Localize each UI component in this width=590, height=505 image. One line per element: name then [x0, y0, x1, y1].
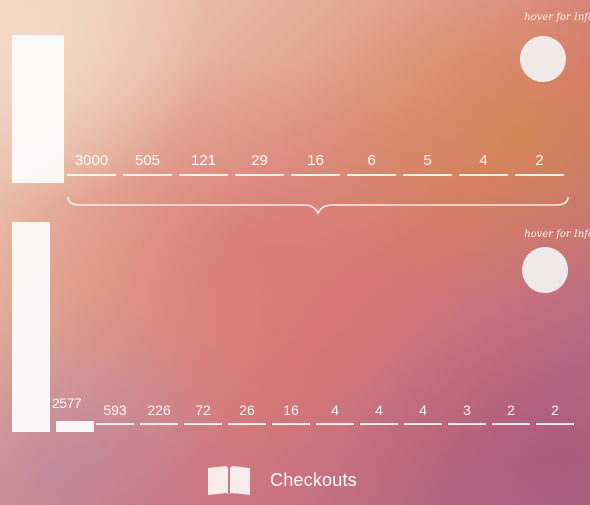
- bottom-histogram-panel: hover for Info 2577 593 226 72 26 16 4 4…: [0, 215, 590, 445]
- top-value-cell[interactable]: 4: [459, 152, 508, 176]
- top-total-bar[interactable]: [12, 35, 64, 183]
- bottom-total-bar[interactable]: [12, 222, 50, 432]
- hover-info-label: hover for Info: [524, 12, 590, 23]
- bottom-value-cell[interactable]: 16: [272, 401, 310, 425]
- bottom-value-cell[interactable]: 2: [536, 401, 574, 425]
- bottom-value-cell[interactable]: 72: [184, 401, 222, 425]
- checkouts-label: Checkouts: [270, 469, 357, 490]
- top-value-cell[interactable]: 3000: [67, 152, 116, 176]
- top-value-cell[interactable]: 6: [347, 152, 396, 176]
- bottom-value-cell[interactable]: 4: [316, 401, 354, 425]
- top-value-cell[interactable]: 29: [235, 152, 284, 176]
- top-histogram-panel: hover for Info 3000 505 121 29 16 6 5 4 …: [0, 0, 590, 215]
- top-value-cell[interactable]: 2: [515, 152, 564, 176]
- bottom-value-cell[interactable]: 26: [228, 401, 266, 425]
- bottom-first-bar[interactable]: [56, 421, 94, 432]
- footer: Checkouts: [0, 462, 590, 498]
- bottom-first-value[interactable]: 2577: [52, 395, 82, 411]
- open-book-icon: [208, 466, 250, 495]
- info-hover-target[interactable]: [522, 247, 568, 293]
- top-value-cell[interactable]: 5: [403, 152, 452, 176]
- top-value-cell[interactable]: 121: [179, 152, 228, 176]
- hover-info-label: hover for Info: [524, 229, 590, 240]
- top-values-row: 3000 505 121 29 16 6 5 4 2: [67, 152, 564, 176]
- bottom-value-cell[interactable]: 4: [404, 401, 442, 425]
- checkouts-toggle[interactable]: Checkouts: [206, 462, 357, 498]
- bottom-values-row: 593 226 72 26 16 4 4 4 3 2 2: [96, 401, 574, 425]
- top-value-cell[interactable]: 16: [291, 152, 340, 176]
- bottom-value-cell[interactable]: 4: [360, 401, 398, 425]
- bottom-value-cell[interactable]: 226: [140, 401, 178, 425]
- bottom-value-cell[interactable]: 593: [96, 401, 134, 425]
- curly-brace-divider: [67, 196, 569, 215]
- bottom-value-cell[interactable]: 3: [448, 401, 486, 425]
- bottom-value-cell[interactable]: 2: [492, 401, 530, 425]
- top-value-cell[interactable]: 505: [123, 152, 172, 176]
- info-hover-target[interactable]: [520, 36, 566, 82]
